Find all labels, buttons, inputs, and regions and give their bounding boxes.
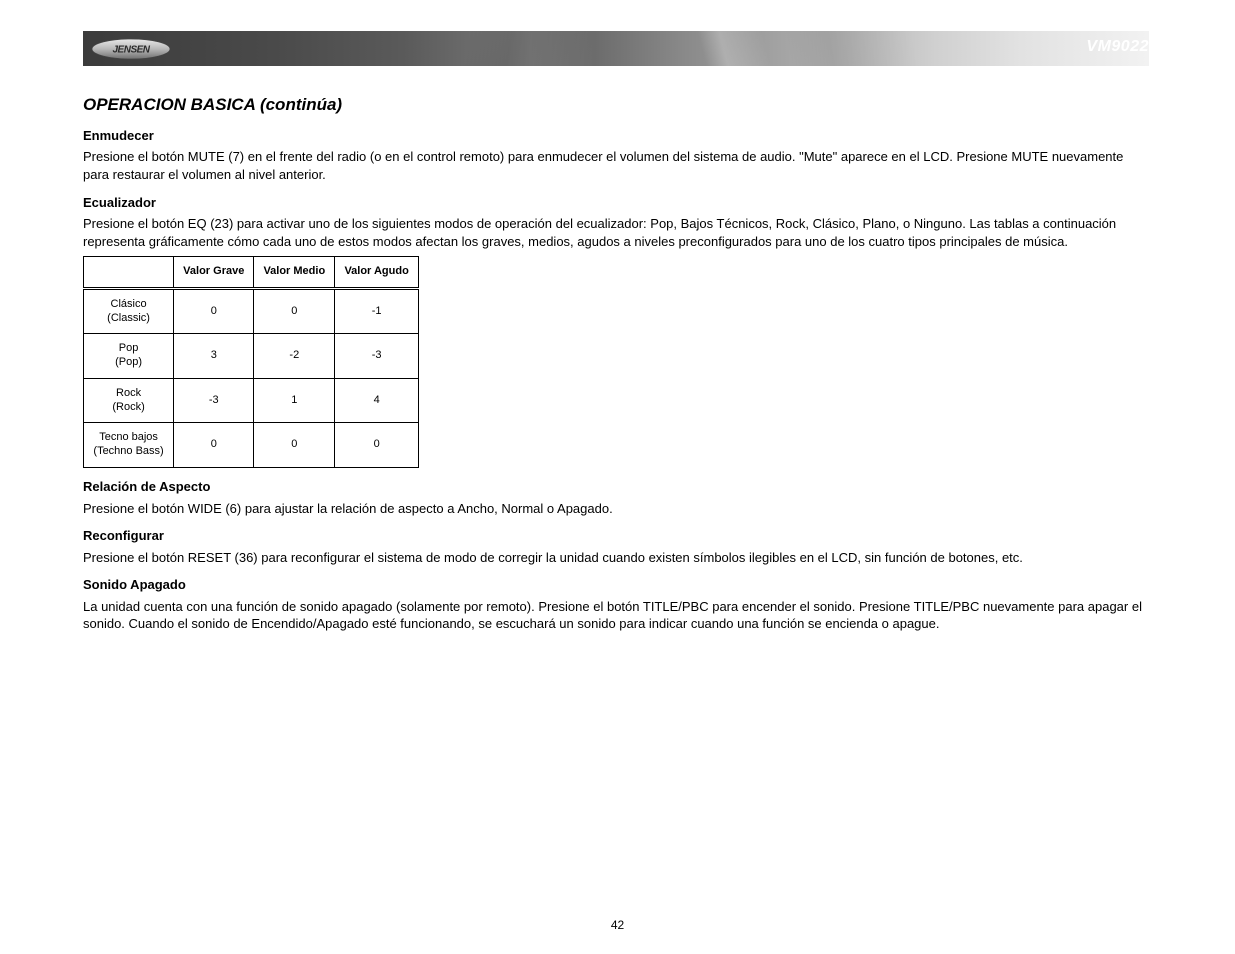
page-content: OPERACION BASICA (continúa) Enmudecer Pr… [83, 94, 1149, 639]
row-label-main: Tecno bajos [99, 431, 158, 443]
row-label: Tecno bajos (Techno Bass) [84, 423, 174, 468]
row-label-main: Pop [119, 342, 139, 354]
page-number: 42 [611, 918, 624, 932]
header-banner [83, 31, 1149, 66]
row-label: Clásico (Classic) [84, 288, 174, 334]
row-label-sub: (Pop) [90, 356, 167, 370]
th-treble: Valor Agudo [335, 257, 419, 289]
cell-mid: 0 [254, 288, 335, 334]
svg-text:JENSEN: JENSEN [112, 45, 150, 56]
row-label: Pop (Pop) [84, 334, 174, 379]
row-label-sub: (Techno Bass) [90, 445, 167, 459]
mute-text: Presione el botón MUTE (7) en el frente … [83, 148, 1149, 183]
reset-heading: Reconfigurar [83, 527, 1149, 545]
th-mid: Valor Medio [254, 257, 335, 289]
cell-mid: -2 [254, 334, 335, 379]
table-row: Tecno bajos (Techno Bass) 0 0 0 [84, 423, 419, 468]
cell-bass: 0 [174, 288, 254, 334]
cell-treble: 4 [335, 378, 419, 423]
row-label-main: Clásico [111, 298, 147, 310]
row-label: Rock (Rock) [84, 378, 174, 423]
cell-treble: -1 [335, 288, 419, 334]
soundoff-text: La unidad cuenta con una función de soni… [83, 598, 1149, 633]
cell-bass: -3 [174, 378, 254, 423]
aspect-heading: Relación de Aspecto [83, 478, 1149, 496]
th-bass: Valor Grave [174, 257, 254, 289]
eq-heading: Ecualizador [83, 194, 1149, 212]
eq-text: Presione el botón EQ (23) para activar u… [83, 215, 1149, 250]
table-row: Clásico (Classic) 0 0 -1 [84, 288, 419, 334]
table-row: Rock (Rock) -3 1 4 [84, 378, 419, 423]
reset-text: Presione el botón RESET (36) para reconf… [83, 549, 1149, 567]
soundoff-heading: Sonido Apagado [83, 576, 1149, 594]
table-header-row: Valor Grave Valor Medio Valor Agudo [84, 257, 419, 289]
cell-treble: -3 [335, 334, 419, 379]
row-label-sub: (Classic) [90, 312, 167, 326]
table-row: Pop (Pop) 3 -2 -3 [84, 334, 419, 379]
aspect-text: Presione el botón WIDE (6) para ajustar … [83, 500, 1149, 518]
cell-treble: 0 [335, 423, 419, 468]
cell-bass: 3 [174, 334, 254, 379]
th-blank [84, 257, 174, 289]
row-label-sub: (Rock) [90, 401, 167, 415]
cell-mid: 1 [254, 378, 335, 423]
cell-mid: 0 [254, 423, 335, 468]
brand-logo: JENSEN [90, 38, 172, 60]
eq-table: Valor Grave Valor Medio Valor Agudo Clás… [83, 256, 419, 468]
model-label: VM9022 [1086, 38, 1149, 56]
mute-heading: Enmudecer [83, 127, 1149, 145]
section-title: OPERACION BASICA (continúa) [83, 94, 1149, 117]
row-label-main: Rock [116, 387, 141, 399]
cell-bass: 0 [174, 423, 254, 468]
